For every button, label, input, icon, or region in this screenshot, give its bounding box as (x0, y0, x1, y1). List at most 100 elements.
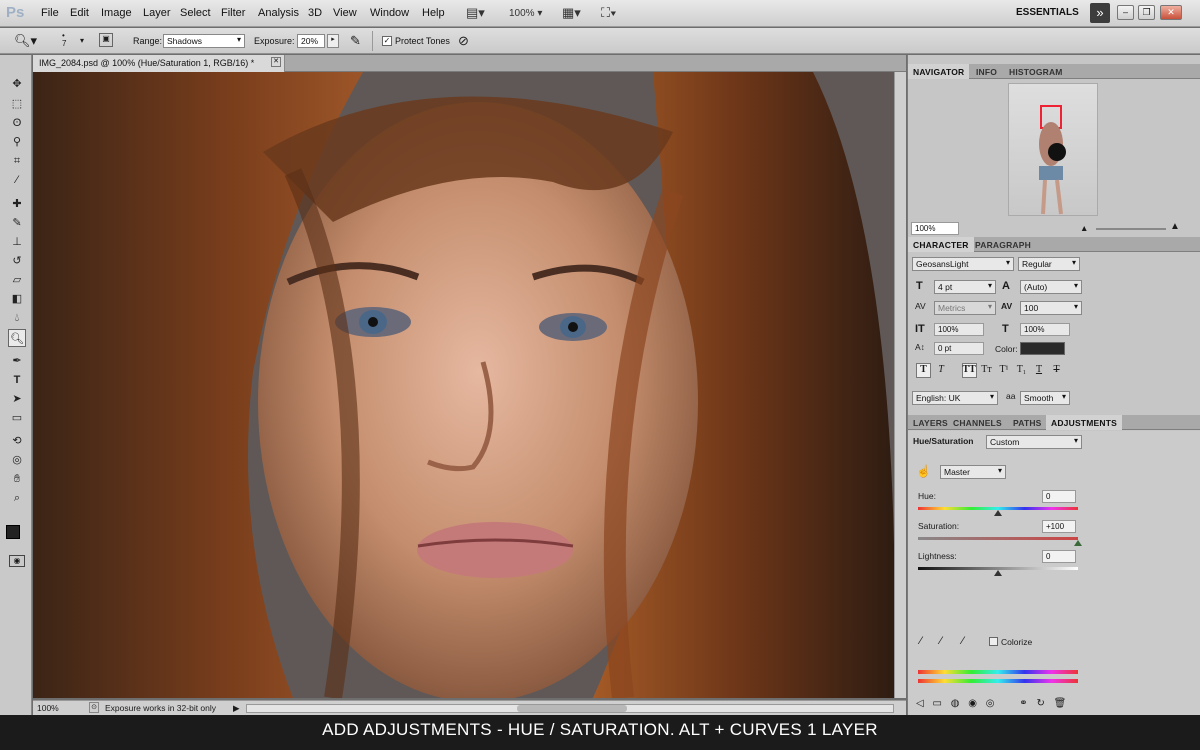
reset-icon[interactable]: ↻ (1036, 698, 1044, 709)
restore-button[interactable]: ❐ (1138, 5, 1155, 20)
tracking-dropdown[interactable]: 100 ▾ (1020, 301, 1082, 315)
tab-adjustments[interactable]: ADJUSTMENTS (1046, 415, 1122, 430)
menu-window[interactable]: Window (370, 7, 409, 19)
3d-orbit-icon[interactable]: ◎ (8, 451, 26, 469)
menu-edit[interactable]: Edit (70, 7, 89, 19)
menu-select[interactable]: Select (180, 7, 211, 19)
dodge-icon[interactable]: 🔍︎ (8, 329, 26, 347)
tool-preset-icon[interactable]: 🔍︎▾ (14, 33, 37, 49)
scroll-thumb[interactable] (517, 705, 627, 712)
underline-icon[interactable]: T (1032, 364, 1047, 375)
crop-icon[interactable]: ⌗ (8, 152, 26, 170)
clip-layer-icon[interactable]: ◍ (951, 698, 960, 709)
brush-icon[interactable]: ✎ (8, 214, 26, 232)
font-family-dropdown[interactable]: GeosansLight ▾ (912, 257, 1014, 271)
healing-icon[interactable]: ✚ (8, 195, 26, 213)
preset-dropdown[interactable]: Custom ▾ (986, 435, 1082, 449)
protect-tones-checkbox[interactable]: ✓ (382, 36, 392, 46)
navigator-zoom-input[interactable]: 100% (911, 222, 959, 235)
tab-layers[interactable]: LAYERS (908, 415, 953, 430)
menu-view[interactable]: View (333, 7, 357, 19)
document-tab[interactable]: IMG_2084.psd @ 100% (Hue/Saturation 1, R… (33, 55, 285, 72)
view-previous-icon[interactable]: ◎ (986, 698, 995, 709)
launch-bridge-icon[interactable]: ▤▾ (466, 5, 485, 21)
tab-character[interactable]: CHARACTER (908, 237, 974, 252)
tab-paths[interactable]: PATHS (1008, 415, 1047, 430)
colorize-checkbox[interactable] (989, 637, 998, 646)
horizontal-scale-input[interactable]: 100% (1020, 323, 1070, 336)
navigator-thumbnail[interactable] (1008, 83, 1098, 216)
marquee-icon[interactable]: ⬚ (8, 95, 26, 113)
navigator-zoom-slider[interactable] (1096, 228, 1166, 230)
eyedropper-icon[interactable]: ⁄ (8, 171, 26, 189)
antialias-dropdown[interactable]: Smooth ▾ (1020, 391, 1070, 405)
status-zoom[interactable]: 100% (37, 703, 59, 713)
info-icon[interactable]: ⊙ (89, 702, 99, 713)
chain-icon[interactable]: ⚭ (1019, 698, 1027, 709)
workspace-expand-icon[interactable]: » (1090, 3, 1110, 23)
status-arrow-icon[interactable]: ▶ (233, 703, 240, 714)
menu-analysis[interactable]: Analysis (258, 7, 299, 19)
blur-icon[interactable]: 💧︎ (8, 309, 26, 327)
vertical-scrollbar[interactable] (894, 72, 906, 698)
small-caps-icon[interactable]: Tт (979, 364, 994, 375)
close-window-button[interactable]: ✕ (1160, 5, 1182, 20)
3d-rotate-icon[interactable]: ⟲ (8, 432, 26, 450)
quick-mask-icon[interactable]: ◉ (9, 555, 25, 567)
exposure-input[interactable]: 20% (297, 34, 325, 48)
lightness-input[interactable]: 0 (1042, 550, 1076, 563)
menu-layer[interactable]: Layer (143, 7, 171, 19)
shape-icon[interactable]: ▭ (8, 409, 26, 427)
tab-channels[interactable]: CHANNELS (948, 415, 1007, 430)
eyedropper-add-icon[interactable]: ⁄ (940, 635, 942, 647)
pen-icon[interactable]: ✒ (8, 352, 26, 370)
airbrush-icon[interactable]: ✎ (350, 33, 361, 49)
quick-select-icon[interactable]: ⚲ (8, 133, 26, 151)
zoom-out-icon[interactable]: ▲ (1080, 223, 1088, 233)
language-dropdown[interactable]: English: UK ▾ (912, 391, 998, 405)
hue-slider-thumb[interactable] (994, 510, 1002, 516)
eyedropper-subtract-icon[interactable]: ⁄ (962, 635, 964, 647)
trash-icon[interactable]: 🗑︎ (1054, 698, 1067, 709)
pressure-size-icon[interactable]: ⊘ (458, 33, 469, 49)
gradient-icon[interactable]: ◧ (8, 290, 26, 308)
zoom-tool-icon[interactable]: ⌕ (8, 489, 26, 507)
visibility-icon[interactable]: ◉ (968, 698, 977, 709)
history-brush-icon[interactable]: ↺ (8, 252, 26, 270)
leading-dropdown[interactable]: (Auto) ▾ (1020, 280, 1082, 294)
stamp-icon[interactable]: ⊥ (8, 233, 26, 251)
superscript-icon[interactable]: T¹ (997, 364, 1012, 375)
saturation-slider[interactable] (918, 537, 1078, 540)
text-color-swatch[interactable] (1020, 342, 1065, 355)
zoom-in-icon[interactable]: ▲ (1170, 221, 1180, 232)
expand-view-icon[interactable]: ▭ (932, 698, 941, 709)
zoom-level-dropdown[interactable]: 100% ▾ (509, 8, 542, 24)
tab-info[interactable]: INFO (971, 64, 1002, 79)
tab-paragraph[interactable]: PARAGRAPH (970, 237, 1036, 252)
workspace-label[interactable]: ESSENTIALS (1016, 7, 1079, 18)
tab-navigator[interactable]: NAVIGATOR (908, 64, 970, 79)
channel-dropdown[interactable]: Master ▾ (940, 465, 1006, 479)
image-canvas[interactable] (33, 72, 894, 698)
screen-mode-icon[interactable]: ⛶▾ (601, 5, 616, 21)
subscript-icon[interactable]: T₁ (1014, 364, 1029, 375)
lightness-slider-thumb[interactable] (994, 570, 1002, 576)
menu-3d[interactable]: 3D (308, 7, 322, 19)
menu-filter[interactable]: Filter (221, 7, 245, 19)
tab-histogram[interactable]: HISTOGRAM (1004, 64, 1068, 79)
saturation-slider-thumb[interactable] (1074, 540, 1082, 546)
move-icon[interactable]: ✥ (8, 75, 26, 93)
eyedropper-sample-icon[interactable]: ⁄ (920, 635, 922, 647)
kerning-dropdown[interactable]: Metrics ▾ (934, 301, 996, 315)
vertical-scale-input[interactable]: 100% (934, 323, 984, 336)
hue-input[interactable]: 0 (1042, 490, 1076, 503)
horizontal-scrollbar[interactable] (246, 704, 894, 713)
arrange-documents-icon[interactable]: ▦▾ (562, 5, 581, 21)
faux-bold-icon[interactable]: T (916, 363, 931, 378)
saturation-input[interactable]: +100 (1042, 520, 1076, 533)
back-icon[interactable]: ◁ (916, 698, 924, 709)
foreground-color-swatch[interactable] (6, 525, 20, 539)
brush-dropdown-icon[interactable]: ▾ (80, 36, 84, 45)
brush-panel-icon[interactable]: ▣ (99, 33, 113, 47)
lasso-icon[interactable]: ʘ (8, 114, 26, 132)
